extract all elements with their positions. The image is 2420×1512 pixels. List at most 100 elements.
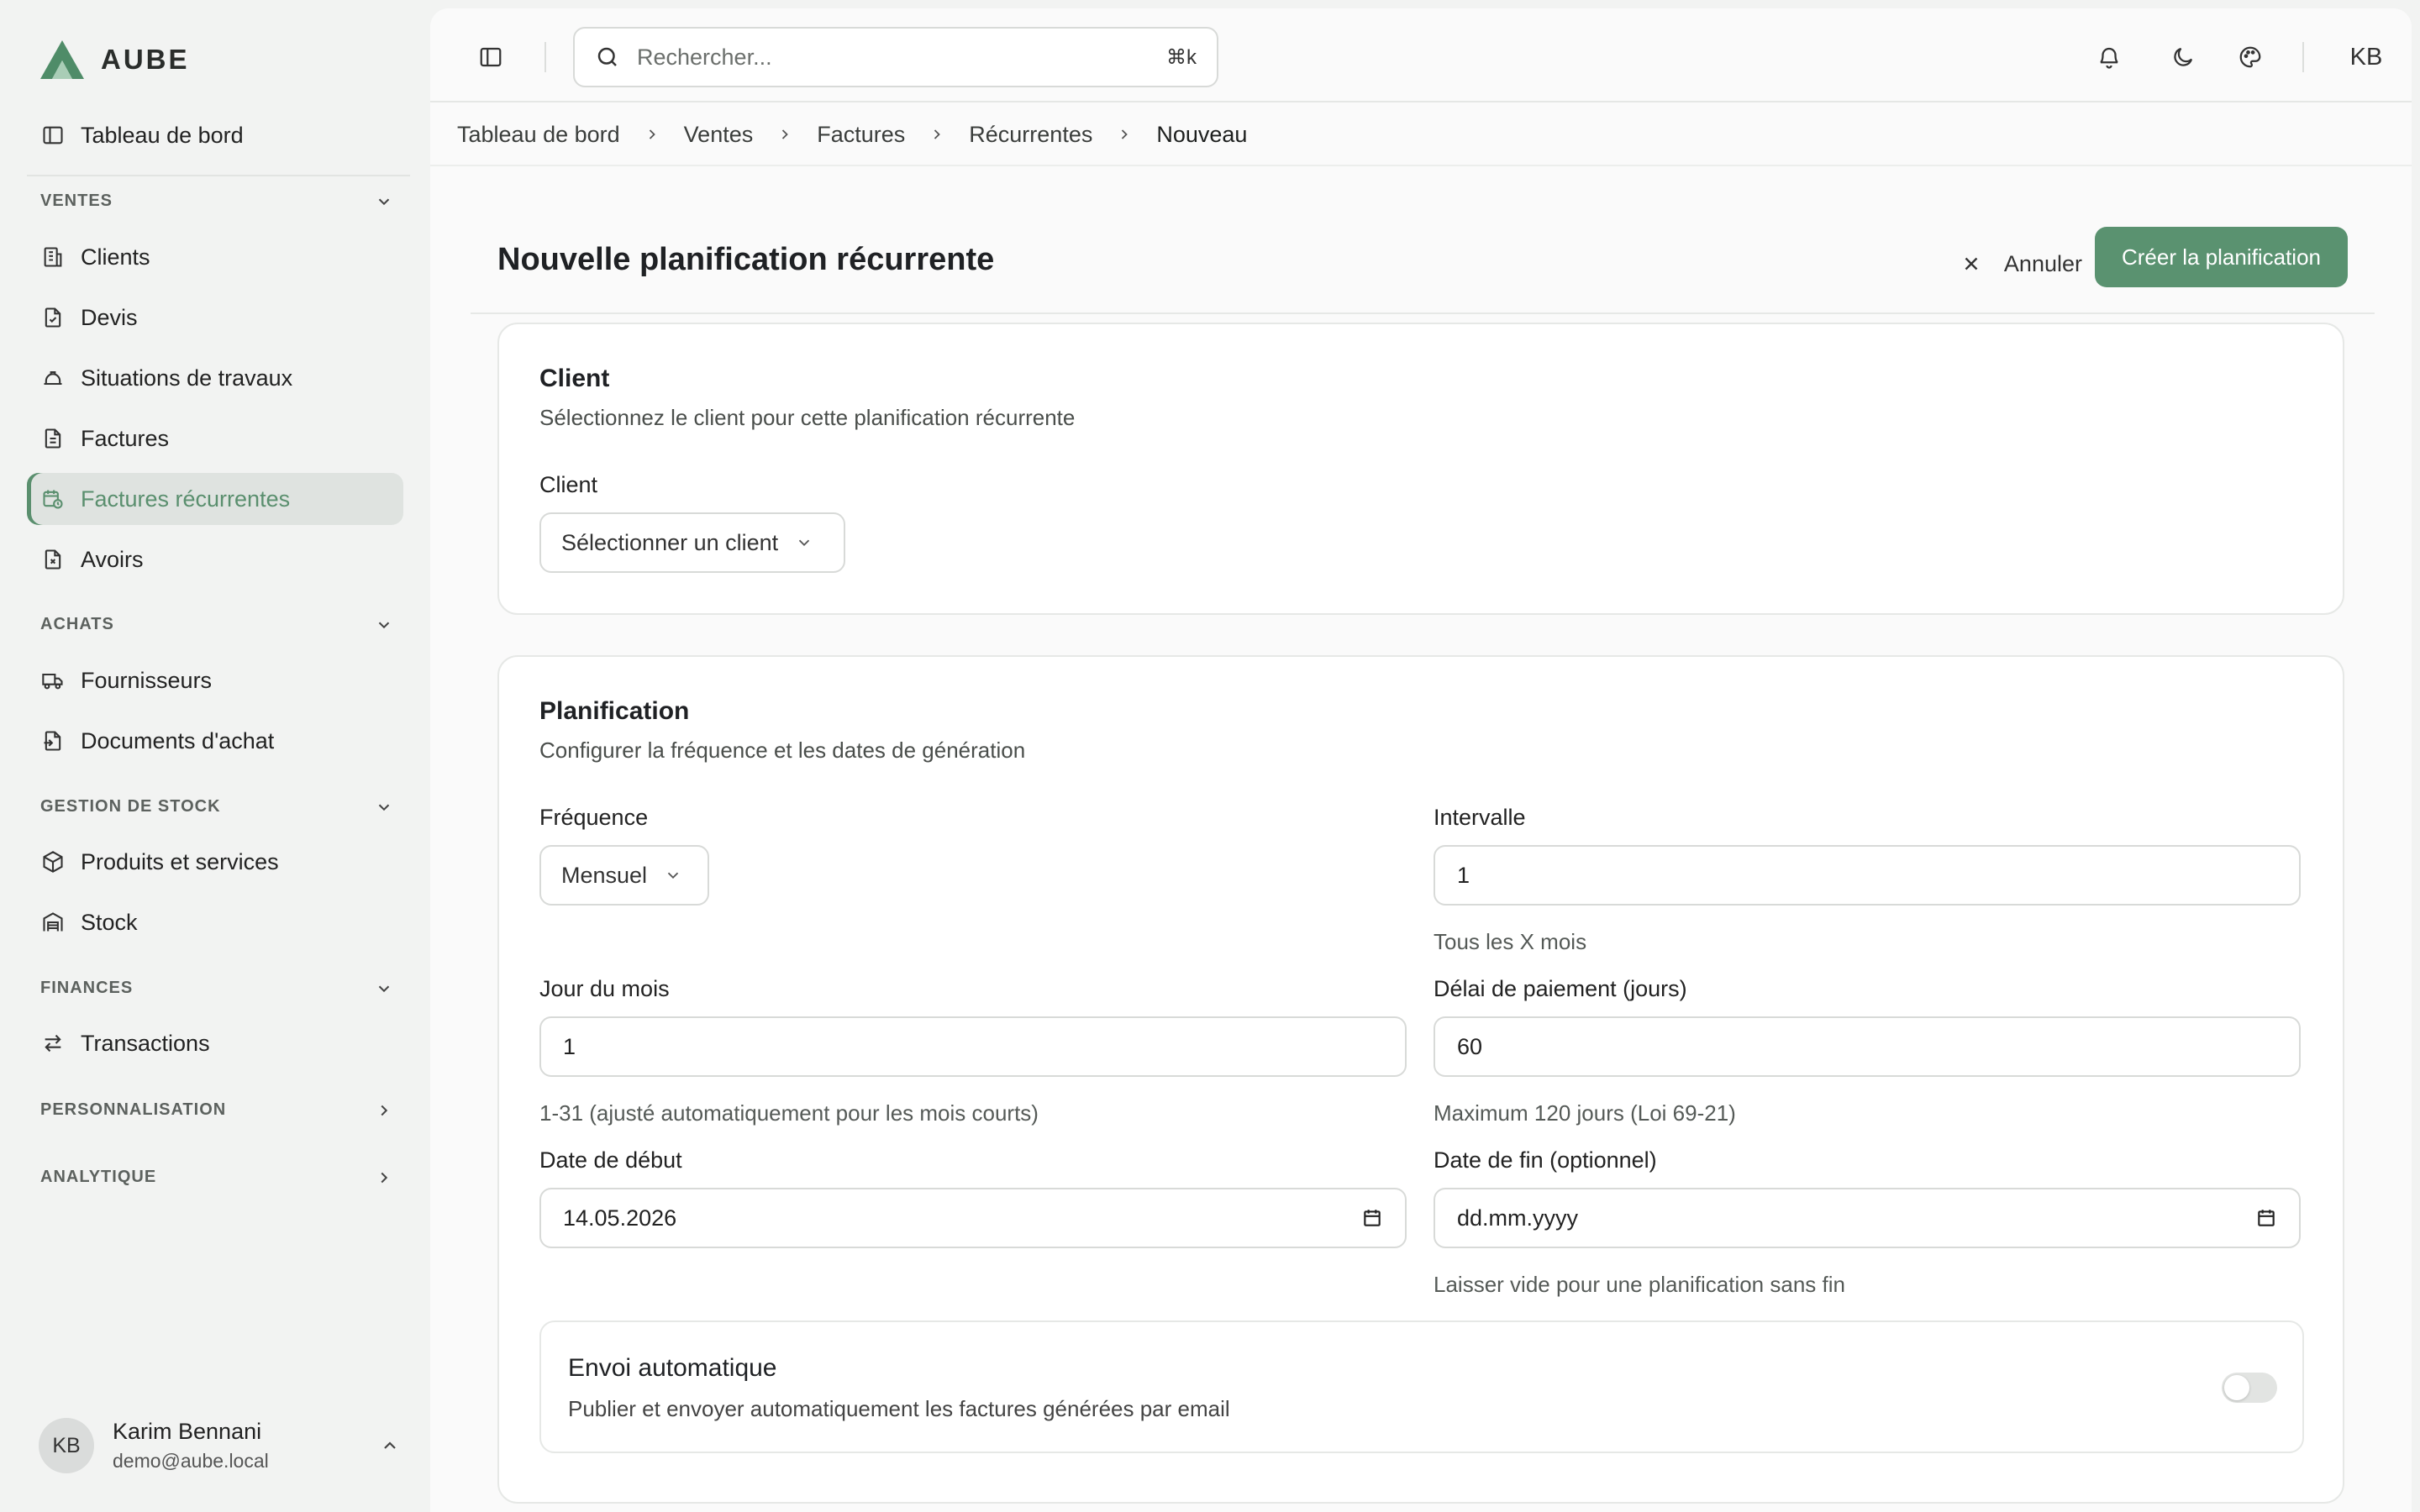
section-achats[interactable]: ACHATS	[40, 615, 393, 634]
auto-send-title: Envoi automatique	[568, 1354, 777, 1382]
page-title: Nouvelle planification récurrente	[497, 242, 995, 277]
main-panel: Rechercher... ⌘k KB Tableau de bord Vent…	[430, 8, 2412, 1512]
file-x-icon	[40, 547, 66, 572]
sidebar-item-label: Factures	[81, 425, 170, 451]
section-stock[interactable]: GESTION DE STOCK	[40, 797, 393, 816]
calendar-icon[interactable]	[1361, 1207, 1383, 1229]
section-label: VENTES	[40, 192, 113, 210]
chevron-up-icon	[380, 1436, 400, 1456]
calendar-icon[interactable]	[2255, 1207, 2277, 1229]
search-input[interactable]: Rechercher... ⌘k	[573, 27, 1218, 87]
dashboard-icon	[40, 123, 66, 148]
frequency-select[interactable]: Mensuel	[539, 845, 709, 906]
user-menu[interactable]: KB Karim Bennani demo@aube.local	[39, 1418, 400, 1473]
auto-send-panel: Envoi automatique Publier et envoyer aut…	[539, 1320, 2304, 1453]
sidebar-item-label: Documents d'achat	[81, 727, 275, 753]
truck-icon	[40, 668, 66, 693]
section-label: FINANCES	[40, 979, 134, 997]
input-value: 1	[1457, 862, 1470, 888]
start-date-input[interactable]: 14.05.2026	[539, 1188, 1407, 1248]
sidebar-item-avoirs[interactable]: Avoirs	[27, 533, 403, 585]
sidebar-item-label: Clients	[81, 244, 150, 270]
breadcrumb-item[interactable]: Factures	[817, 122, 905, 148]
sidebar-toggle-icon[interactable]	[472, 39, 509, 76]
warehouse-icon	[40, 910, 66, 935]
end-date-input[interactable]: dd.mm.yyyy	[1434, 1188, 2301, 1248]
section-ventes[interactable]: VENTES	[40, 192, 393, 211]
sidebar-item-stock[interactable]: Stock	[27, 896, 403, 948]
sidebar-item-label: Fournisseurs	[81, 667, 213, 693]
shortcut-hint: ⌘k	[1166, 45, 1197, 69]
day-label: Jour du mois	[539, 976, 670, 1001]
chevron-down-icon	[375, 798, 393, 816]
sidebar-item-label: Tableau de bord	[81, 122, 244, 148]
create-schedule-button[interactable]: Créer la planification	[2094, 227, 2348, 287]
sidebar-item-fournisseurs[interactable]: Fournisseurs	[27, 654, 403, 706]
chevron-down-icon	[375, 192, 393, 211]
sidebar-item-recurrentes[interactable]: Factures récurrentes	[27, 473, 403, 525]
delay-label: Délai de paiement (jours)	[1434, 976, 1687, 1001]
auto-send-subtitle: Publier et envoyer automatiquement les f…	[568, 1396, 1230, 1421]
client-select[interactable]: Sélectionner un client	[539, 512, 845, 573]
sidebar-item-transactions[interactable]: Transactions	[27, 1017, 403, 1069]
chevron-right-icon	[776, 126, 793, 143]
auto-send-toggle[interactable]	[2222, 1373, 2277, 1403]
bell-icon[interactable]	[2091, 39, 2128, 76]
sidebar-item-produits[interactable]: Produits et services	[27, 836, 403, 888]
divider	[2302, 42, 2304, 72]
sidebar-item-dashboard[interactable]: Tableau de bord	[27, 109, 403, 161]
search-placeholder: Rechercher...	[637, 44, 772, 70]
breadcrumb: Tableau de bord Ventes Factures Récurren…	[457, 102, 1247, 166]
card-subtitle: Sélectionnez le client pour cette planif…	[539, 405, 1076, 430]
planification-card: Planification Configurer la fréquence et…	[497, 655, 2344, 1504]
chevron-right-icon	[929, 126, 945, 143]
sidebar-item-devis[interactable]: Devis	[27, 291, 403, 344]
cancel-label: Annuler	[2003, 250, 2082, 276]
section-finances[interactable]: FINANCES	[40, 979, 393, 998]
breadcrumb-current: Nouveau	[1156, 121, 1248, 147]
topbar: Rechercher... ⌘k KB	[430, 8, 2412, 102]
chevron-right-icon	[375, 1168, 393, 1187]
section-analytique[interactable]: ANALYTIQUE	[40, 1168, 393, 1187]
sidebar-item-documents[interactable]: Documents d'achat	[27, 715, 403, 767]
input-value: 1	[563, 1033, 576, 1059]
field-label: Client	[539, 472, 598, 497]
sidebar-item-clients[interactable]: Clients	[27, 231, 403, 283]
section-label: PERSONNALISATION	[40, 1100, 227, 1119]
day-of-month-input[interactable]: 1	[539, 1016, 1407, 1077]
chevron-down-icon	[795, 533, 813, 552]
end-date-hint: Laisser vide pour une planification sans…	[1434, 1272, 1845, 1297]
chevron-right-icon	[1116, 126, 1133, 143]
sidebar-item-factures[interactable]: Factures	[27, 412, 403, 465]
package-icon	[40, 849, 66, 874]
user-avatar-button[interactable]: KB	[2341, 32, 2391, 82]
payment-delay-input[interactable]: 60	[1434, 1016, 2301, 1077]
arrows-exchange-icon	[40, 1031, 66, 1056]
sidebar-item-label: Produits et services	[81, 848, 279, 874]
moon-icon[interactable]	[2165, 39, 2202, 76]
sidebar-item-label: Factures récurrentes	[81, 486, 291, 512]
sidebar-item-label: Devis	[81, 304, 138, 330]
hard-hat-icon	[40, 365, 66, 391]
sidebar: AUBE Tableau de bord VENTES Clients Devi…	[0, 0, 430, 1512]
logo-icon	[39, 39, 86, 81]
breadcrumb-item[interactable]: Tableau de bord	[457, 122, 620, 148]
sidebar-item-label: Transactions	[81, 1030, 210, 1056]
breadcrumb-item[interactable]: Récurrentes	[969, 122, 1092, 148]
file-check-icon	[40, 305, 66, 330]
interval-input[interactable]: 1	[1434, 845, 2301, 906]
client-card: Client Sélectionnez le client pour cette…	[497, 323, 2344, 615]
cancel-button[interactable]: Annuler	[1960, 237, 2082, 291]
section-personnalisation[interactable]: PERSONNALISATION	[40, 1100, 393, 1120]
select-value: Mensuel	[561, 862, 648, 888]
logo[interactable]: AUBE	[39, 39, 190, 81]
sidebar-item-situations[interactable]: Situations de travaux	[27, 352, 403, 404]
section-label: ANALYTIQUE	[40, 1168, 157, 1186]
palette-icon[interactable]	[2232, 39, 2269, 76]
page-header: Nouvelle planification récurrente Annule…	[471, 222, 2375, 314]
breadcrumb-item[interactable]: Ventes	[684, 122, 754, 148]
divider	[544, 42, 546, 72]
start-date-label: Date de début	[539, 1147, 682, 1173]
select-value: Sélectionner un client	[561, 529, 779, 555]
sidebar-item-label: Avoirs	[81, 546, 144, 572]
